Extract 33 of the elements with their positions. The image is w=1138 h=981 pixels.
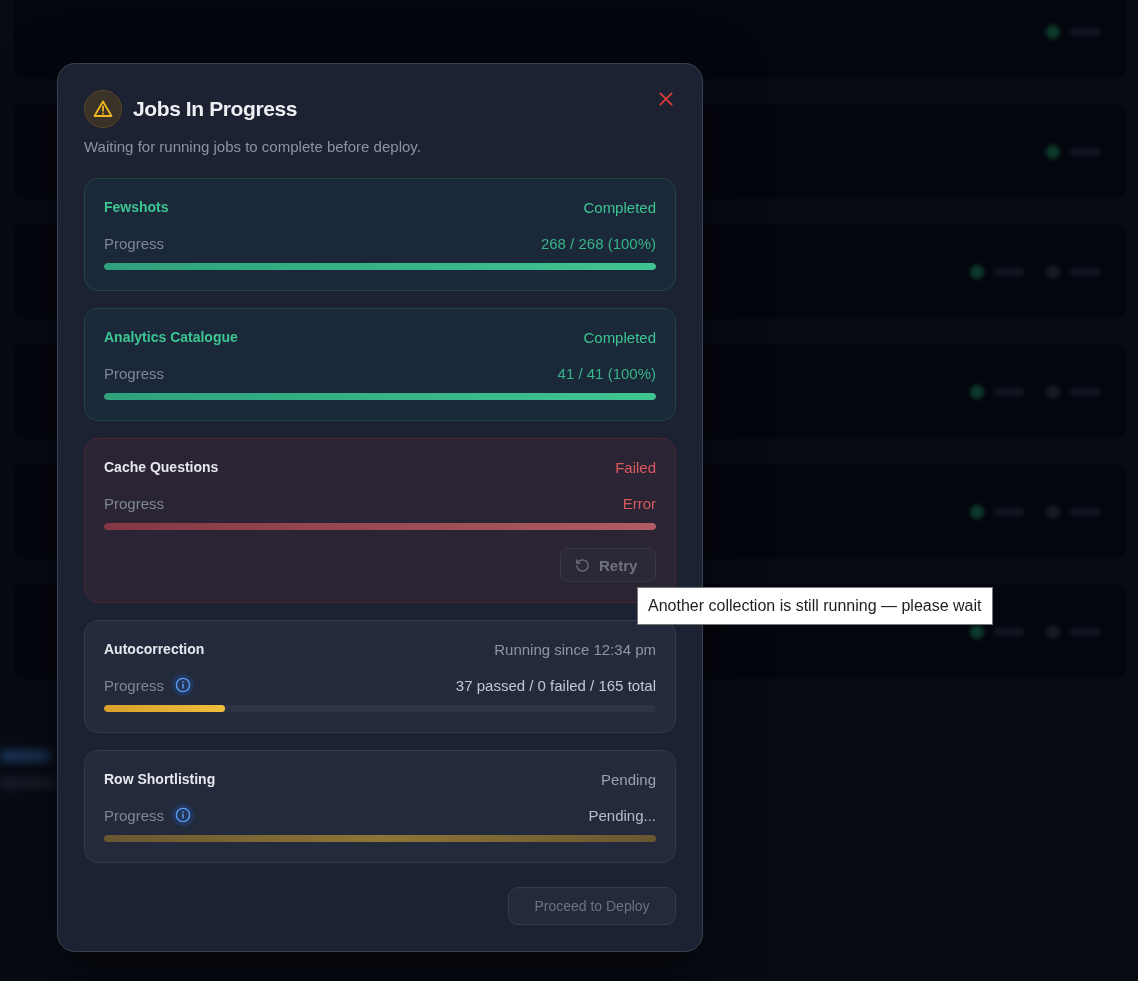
job-name: Row Shortlisting xyxy=(104,771,216,787)
progress-reading: Error xyxy=(622,494,656,512)
job-name: Autocorrection xyxy=(104,641,205,657)
job-name: Fewshots xyxy=(104,199,169,215)
dialog-title: Jobs In Progress xyxy=(133,96,297,122)
progress-reading: 41 / 41 (100%) xyxy=(557,364,656,382)
tooltip: Another collection is still running — please wait xyxy=(637,587,993,625)
progress-label: Progress xyxy=(104,494,165,512)
close-button[interactable] xyxy=(659,92,673,106)
progress-label: Progress xyxy=(104,364,165,382)
warning-icon xyxy=(84,90,122,128)
job-name: Cache Questions xyxy=(104,459,219,475)
progress-reading: Pending... xyxy=(588,806,656,824)
job-status: Failed xyxy=(615,458,656,476)
job-status: Completed xyxy=(583,328,656,346)
retry-icon xyxy=(575,557,590,573)
job-name: Analytics Catalogue xyxy=(104,329,238,345)
progress-label: Progress xyxy=(104,676,165,694)
blurred-dot-icon xyxy=(1046,24,1060,39)
progress-reading: 37 passed / 0 failed / 165 total xyxy=(455,676,656,694)
progress-label: Progress xyxy=(104,234,165,252)
close-icon xyxy=(659,92,673,106)
blurred-dot-icon xyxy=(970,384,984,399)
dialog-subtitle: Waiting for running jobs to complete before deploy. xyxy=(84,138,422,156)
progress-reading: 268 / 268 (100%) xyxy=(540,234,656,252)
blurred-dot-icon xyxy=(970,504,984,519)
blurred-dot-icon xyxy=(1046,144,1060,159)
job-status: Pending xyxy=(600,770,656,788)
blurred-dot-icon xyxy=(970,264,984,279)
progress-label: Progress xyxy=(104,806,165,824)
job-status: Running since 12:34 pm xyxy=(494,640,656,658)
blurred-link-block xyxy=(0,750,50,762)
job-status: Completed xyxy=(583,198,656,216)
